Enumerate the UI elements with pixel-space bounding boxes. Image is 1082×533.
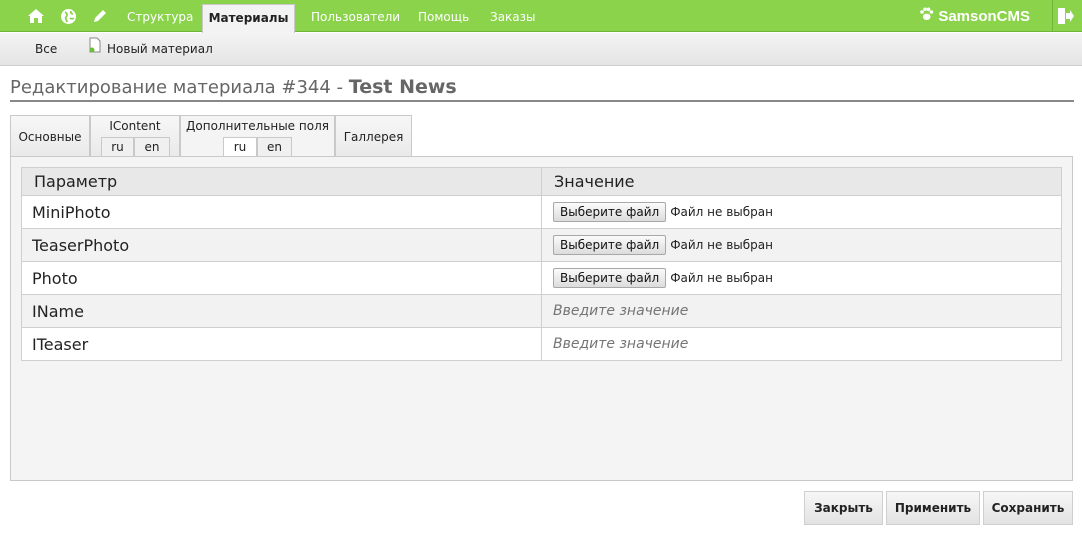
sub-navigation-bar: Все Новый материал (0, 33, 1082, 66)
param-value-cell: Выберите файл Файл не выбран (541, 195, 1062, 229)
tab-extra-fields[interactable]: Дополнительные поля ru en (180, 115, 335, 157)
brand-logo[interactable]: SamsonCMS (919, 0, 1030, 32)
tab-main-label: Основные (18, 130, 82, 144)
document-icon (88, 33, 102, 66)
tab-icontent-label: IContent (109, 119, 161, 133)
extra-fields-lang-en[interactable]: en (257, 137, 292, 157)
icontent-lang-ru[interactable]: ru (101, 137, 134, 157)
extra-fields-panel: Параметр Значение MiniPhoto Выберите фай… (10, 156, 1073, 481)
material-name: Test News (348, 76, 457, 98)
globe-icon[interactable] (58, 6, 78, 26)
extra-fields-lang-switch: ru en (223, 137, 292, 157)
iteaser-value-input[interactable] (553, 336, 1033, 352)
parameters-table: Параметр Значение MiniPhoto Выберите фай… (21, 167, 1062, 361)
icontent-lang-en[interactable]: en (134, 137, 170, 157)
home-icon[interactable] (26, 6, 46, 26)
column-header-value: Значение (541, 167, 1062, 196)
choose-file-button[interactable]: Выберите файл (553, 268, 667, 288)
table-header-row: Параметр Значение (21, 167, 1062, 196)
iname-value-input[interactable] (553, 303, 1033, 319)
close-button[interactable]: Закрыть (804, 491, 883, 525)
param-value-cell (541, 294, 1062, 328)
tab-gallery-label: Галлерея (343, 130, 404, 144)
param-name: IName (21, 294, 542, 328)
param-name: MiniPhoto (21, 195, 542, 229)
filter-all-link[interactable]: Все (35, 33, 57, 66)
new-material-link[interactable]: Новый материал (88, 33, 213, 66)
page-title: Редактирование материала #344 - Test New… (10, 76, 1074, 102)
tab-icontent[interactable]: IContent ru en (90, 115, 180, 157)
nav-materials[interactable]: Материалы (202, 4, 295, 33)
file-status: Файл не выбран (670, 238, 773, 252)
table-row: ITeaser (21, 327, 1062, 361)
new-material-label: Новый материал (107, 42, 213, 56)
nav-structure[interactable]: Структура (127, 0, 193, 32)
pencil-icon[interactable] (90, 6, 110, 26)
nav-orders[interactable]: Заказы (490, 0, 536, 32)
file-status: Файл не выбран (670, 271, 773, 285)
page-title-prefix: Редактирование материала #344 - (10, 77, 349, 98)
column-header-param: Параметр (21, 167, 542, 196)
apply-button[interactable]: Применить (886, 491, 980, 525)
param-name: TeaserPhoto (21, 228, 542, 262)
table-row: IName (21, 294, 1062, 328)
tab-gallery[interactable]: Галлерея (335, 115, 412, 157)
exit-divider (1052, 0, 1053, 32)
nav-users[interactable]: Пользователи (311, 0, 400, 32)
paw-icon (919, 7, 934, 25)
param-value-cell: Выберите файл Файл не выбран (541, 261, 1062, 295)
table-row: Photo Выберите файл Файл не выбран (21, 261, 1062, 295)
tab-main[interactable]: Основные (10, 115, 90, 157)
top-navigation-bar: Структура Материалы Пользователи Помощь … (0, 0, 1082, 33)
nav-help[interactable]: Помощь (418, 0, 469, 32)
brand-name: SamsonCMS (938, 7, 1030, 25)
save-button[interactable]: Сохранить (983, 491, 1073, 525)
param-value-cell: Выберите файл Файл не выбран (541, 228, 1062, 262)
choose-file-button[interactable]: Выберите файл (553, 235, 667, 255)
choose-file-button[interactable]: Выберите файл (553, 202, 667, 222)
param-value-cell (541, 327, 1062, 361)
file-status: Файл не выбран (670, 205, 773, 219)
table-row: TeaserPhoto Выберите файл Файл не выбран (21, 228, 1062, 262)
logout-icon[interactable] (1055, 6, 1075, 26)
tab-extra-fields-label: Дополнительные поля (186, 119, 329, 133)
param-name: ITeaser (21, 327, 542, 361)
icontent-lang-switch: ru en (101, 137, 170, 157)
param-name: Photo (21, 261, 542, 295)
extra-fields-lang-ru[interactable]: ru (223, 137, 257, 157)
table-row: MiniPhoto Выберите файл Файл не выбран (21, 195, 1062, 229)
